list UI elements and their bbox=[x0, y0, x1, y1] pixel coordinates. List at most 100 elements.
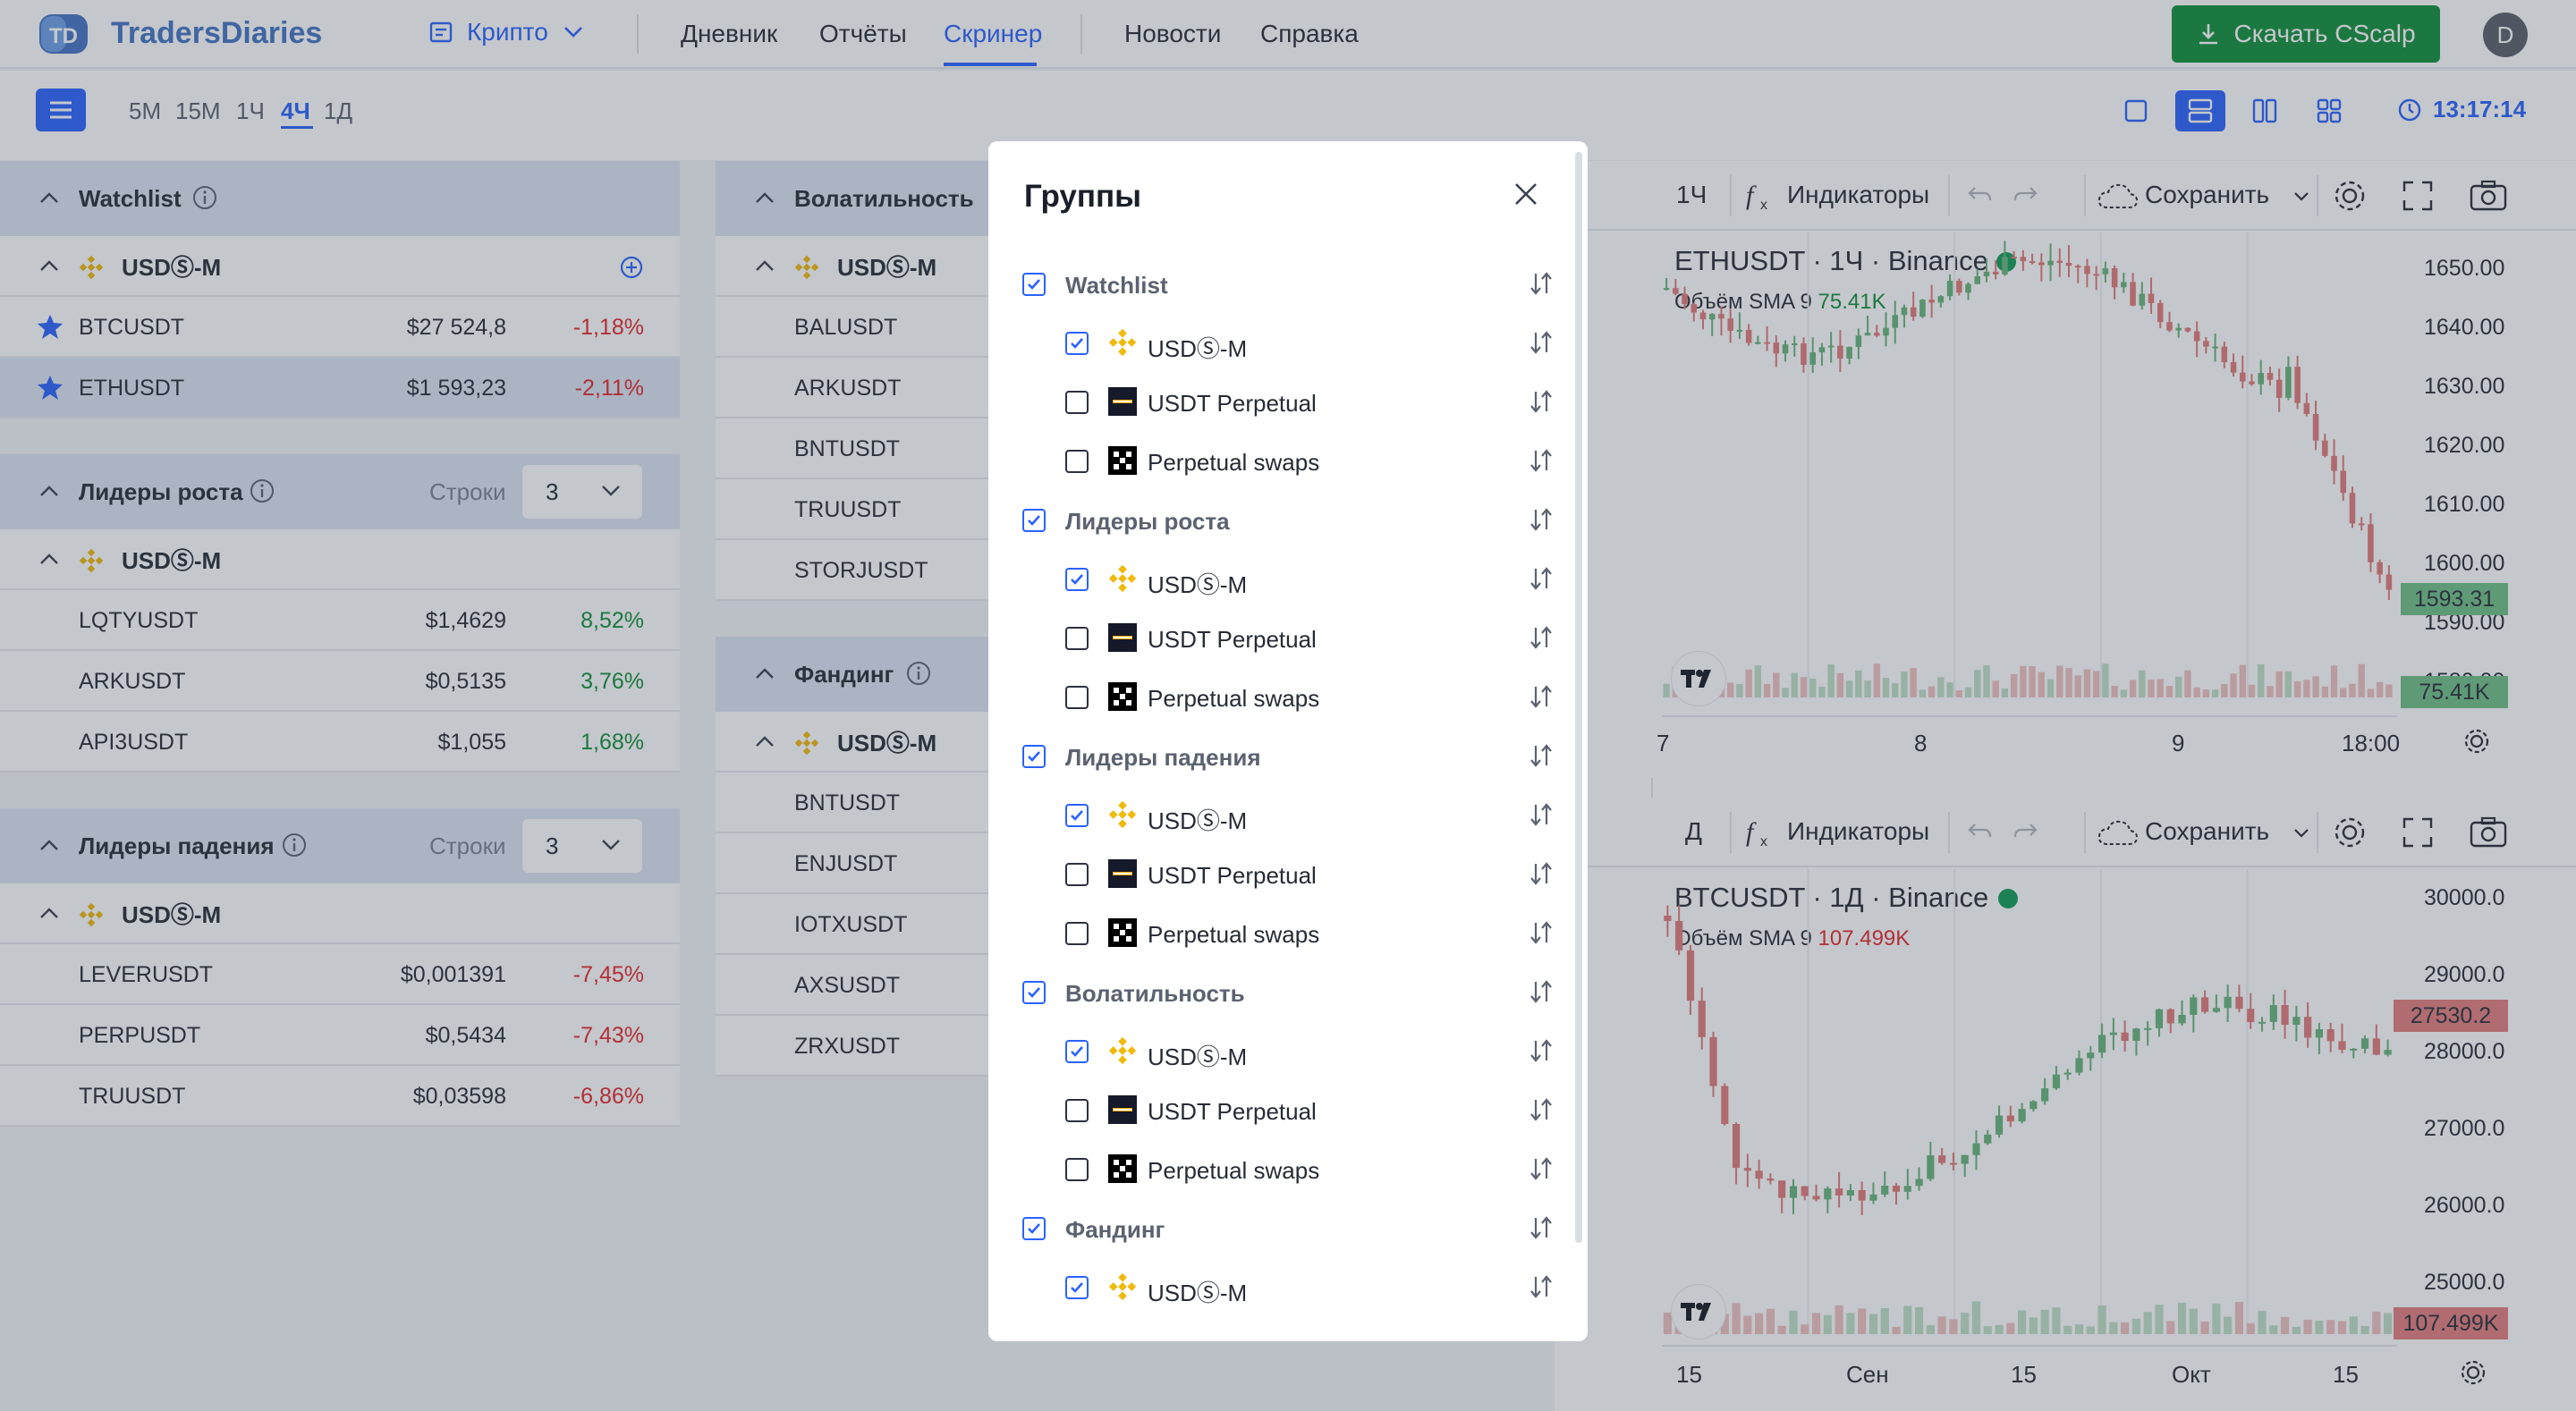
modal-subgroup-row[interactable]: Perpetual swaps bbox=[988, 431, 1575, 490]
modal-subgroup-row[interactable]: Perpetual swaps bbox=[988, 903, 1575, 962]
drag-handle-icon[interactable] bbox=[1527, 327, 1555, 358]
checkbox[interactable] bbox=[1065, 568, 1089, 591]
drag-handle-icon[interactable] bbox=[1527, 799, 1555, 830]
checkmark-icon bbox=[1028, 1223, 1040, 1234]
drag-handle-icon[interactable] bbox=[1527, 1035, 1555, 1066]
drag-handle-icon[interactable] bbox=[1527, 976, 1555, 1007]
checkmark-icon bbox=[1071, 338, 1083, 349]
modal-subgroup-row[interactable]: USDT Perpetual bbox=[988, 372, 1575, 431]
checkmark-icon bbox=[1071, 1282, 1083, 1293]
drag-handle-icon[interactable] bbox=[1527, 1212, 1555, 1243]
checkmark-icon bbox=[1071, 810, 1083, 821]
drag-handle-icon[interactable] bbox=[1527, 681, 1555, 712]
binance-icon bbox=[1108, 800, 1137, 833]
checkbox[interactable] bbox=[1065, 391, 1089, 414]
checkbox[interactable] bbox=[1065, 450, 1089, 473]
close-icon[interactable] bbox=[1507, 175, 1545, 213]
modal-subgroup-row[interactable]: USDⓈ-M bbox=[988, 1021, 1575, 1080]
checkmark-icon bbox=[1028, 279, 1040, 290]
modal-subgroup-row[interactable]: Perpetual swaps bbox=[988, 1139, 1575, 1198]
checkbox[interactable] bbox=[1065, 1040, 1089, 1063]
group-label: Perpetual swaps bbox=[1148, 1157, 1320, 1184]
checkmark-icon bbox=[1028, 987, 1040, 998]
drag-handle-icon[interactable] bbox=[1527, 504, 1555, 535]
drag-handle-icon[interactable] bbox=[1527, 1272, 1555, 1302]
checkbox[interactable] bbox=[1022, 1217, 1046, 1240]
checkbox[interactable] bbox=[1065, 686, 1089, 709]
group-label: USDⓈ-M bbox=[1148, 335, 1248, 362]
checkbox[interactable] bbox=[1065, 332, 1089, 355]
drag-handle-icon[interactable] bbox=[1527, 740, 1555, 771]
drag-handle-icon[interactable] bbox=[1527, 622, 1555, 653]
group-label: Лидеры роста bbox=[1065, 508, 1230, 535]
checkbox[interactable] bbox=[1022, 509, 1046, 532]
checkmark-icon bbox=[1071, 574, 1083, 585]
modal-group-row[interactable]: Лидеры падения bbox=[988, 726, 1575, 785]
modal-group-row[interactable]: Фандинг bbox=[988, 1198, 1575, 1257]
modal-subgroup-row[interactable]: Perpetual swaps bbox=[988, 667, 1575, 726]
drag-handle-icon[interactable] bbox=[1527, 563, 1555, 594]
checkbox[interactable] bbox=[1022, 745, 1046, 768]
bybit-icon bbox=[1108, 387, 1137, 420]
okx-icon bbox=[1108, 918, 1137, 951]
okx-icon bbox=[1108, 682, 1137, 715]
okx-icon bbox=[1108, 446, 1137, 479]
checkbox[interactable] bbox=[1065, 1158, 1089, 1181]
group-label: USDT Perpetual bbox=[1148, 862, 1317, 889]
group-label: Лидеры падения bbox=[1065, 744, 1261, 771]
bybit-icon bbox=[1108, 1095, 1137, 1128]
drag-handle-icon[interactable] bbox=[1527, 917, 1555, 948]
group-label: Perpetual swaps bbox=[1148, 921, 1320, 948]
modal-scrollbar[interactable] bbox=[1575, 152, 1582, 1243]
group-label: USDⓈ-M bbox=[1148, 1280, 1248, 1306]
modal-subgroup-row[interactable]: USDT Perpetual bbox=[988, 1080, 1575, 1139]
modal-group-row[interactable]: Лидеры роста bbox=[988, 490, 1575, 549]
group-label: Волатильность bbox=[1065, 980, 1245, 1007]
checkbox[interactable] bbox=[1065, 1276, 1089, 1299]
checkbox[interactable] bbox=[1065, 1099, 1089, 1122]
group-label: USDT Perpetual bbox=[1148, 626, 1317, 653]
group-label: Perpetual swaps bbox=[1148, 449, 1320, 476]
modal-subgroup-row[interactable]: USDT Perpetual bbox=[988, 844, 1575, 903]
checkmark-icon bbox=[1028, 515, 1040, 526]
bybit-icon bbox=[1108, 859, 1137, 892]
group-label: USDⓈ-M bbox=[1148, 1043, 1248, 1070]
app-root: TD TradersDiaries Крипто Дневник Отчёты … bbox=[0, 0, 2576, 1411]
drag-handle-icon[interactable] bbox=[1527, 268, 1555, 299]
modal-group-row[interactable]: Watchlist bbox=[988, 254, 1575, 313]
modal-subgroup-row[interactable]: USDⓈ-M bbox=[988, 549, 1575, 608]
group-label: USDT Perpetual bbox=[1148, 1098, 1317, 1125]
checkbox[interactable] bbox=[1065, 627, 1089, 650]
group-label: Watchlist bbox=[1065, 272, 1168, 299]
checkmark-icon bbox=[1071, 1046, 1083, 1057]
drag-handle-icon[interactable] bbox=[1527, 858, 1555, 889]
checkmark-icon bbox=[1028, 751, 1040, 762]
binance-icon bbox=[1108, 1272, 1137, 1305]
bybit-icon bbox=[1108, 623, 1137, 656]
modal-group-row[interactable]: Волатильность bbox=[988, 962, 1575, 1021]
modal-subgroup-row[interactable]: USDⓈ-M bbox=[988, 785, 1575, 844]
group-label: Perpetual swaps bbox=[1148, 685, 1320, 712]
drag-handle-icon[interactable] bbox=[1527, 445, 1555, 476]
group-label: Фандинг bbox=[1065, 1216, 1165, 1243]
groups-modal: Группы Watchlist USDⓈ-M USDT Perpetual Perp… bbox=[988, 141, 1588, 1341]
drag-handle-icon[interactable] bbox=[1527, 1153, 1555, 1184]
modal-subgroup-row[interactable]: USDⓈ-M bbox=[988, 1257, 1575, 1316]
group-label: USDT Perpetual bbox=[1148, 390, 1317, 417]
binance-icon bbox=[1108, 328, 1137, 361]
binance-icon bbox=[1108, 1036, 1137, 1069]
checkbox[interactable] bbox=[1065, 863, 1089, 886]
binance-icon bbox=[1108, 564, 1137, 597]
drag-handle-icon[interactable] bbox=[1527, 1094, 1555, 1125]
group-label: USDⓈ-M bbox=[1148, 807, 1248, 834]
drag-handle-icon[interactable] bbox=[1527, 386, 1555, 417]
checkbox[interactable] bbox=[1065, 804, 1089, 827]
checkbox[interactable] bbox=[1022, 981, 1046, 1004]
modal-subgroup-row[interactable]: USDⓈ-M bbox=[988, 313, 1575, 372]
modal-title: Группы bbox=[1024, 179, 1142, 214]
modal-subgroup-row[interactable]: USDT Perpetual bbox=[988, 608, 1575, 667]
group-label: USDⓈ-M bbox=[1148, 571, 1248, 598]
okx-icon bbox=[1108, 1154, 1137, 1187]
checkbox[interactable] bbox=[1022, 273, 1046, 296]
checkbox[interactable] bbox=[1065, 922, 1089, 945]
